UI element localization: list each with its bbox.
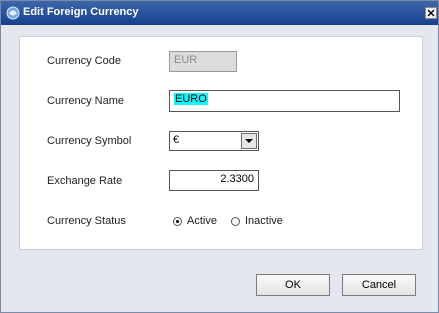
window-title: Edit Foreign Currency [23, 6, 139, 18]
currency-symbol-label: Currency Symbol [47, 135, 132, 147]
form-panel: Currency Code EUR Currency Name EURO Cur… [19, 36, 423, 250]
exchange-rate-field[interactable]: 2.3300 [169, 170, 259, 191]
currency-name-label: Currency Name [47, 95, 125, 107]
status-active-radio[interactable]: Active [173, 215, 233, 231]
currency-symbol-value: € [173, 134, 180, 146]
currency-code-label: Currency Code [47, 55, 121, 67]
currency-code-field: EUR [169, 51, 237, 72]
cancel-button[interactable]: Cancel [342, 274, 416, 296]
currency-symbol-select[interactable]: € [169, 131, 259, 151]
currency-status-label: Currency Status [47, 215, 126, 227]
status-inactive-radio[interactable]: Inactive [231, 215, 291, 231]
edit-currency-dialog: Edit Foreign Currency Currency Code EUR … [0, 0, 439, 313]
exchange-rate-label: Exchange Rate [47, 175, 123, 187]
title-bar[interactable]: Edit Foreign Currency [1, 1, 438, 25]
currency-name-field[interactable]: EURO [169, 90, 400, 112]
status-active-label: Active [187, 215, 217, 227]
radio-unselected-icon[interactable] [231, 217, 240, 226]
chevron-down-icon[interactable] [241, 133, 257, 149]
app-icon [6, 6, 20, 20]
close-icon[interactable] [425, 7, 437, 19]
radio-selected-icon[interactable] [173, 217, 182, 226]
ok-button[interactable]: OK [256, 274, 330, 296]
currency-name-value: EURO [174, 93, 208, 105]
status-inactive-label: Inactive [245, 215, 283, 227]
